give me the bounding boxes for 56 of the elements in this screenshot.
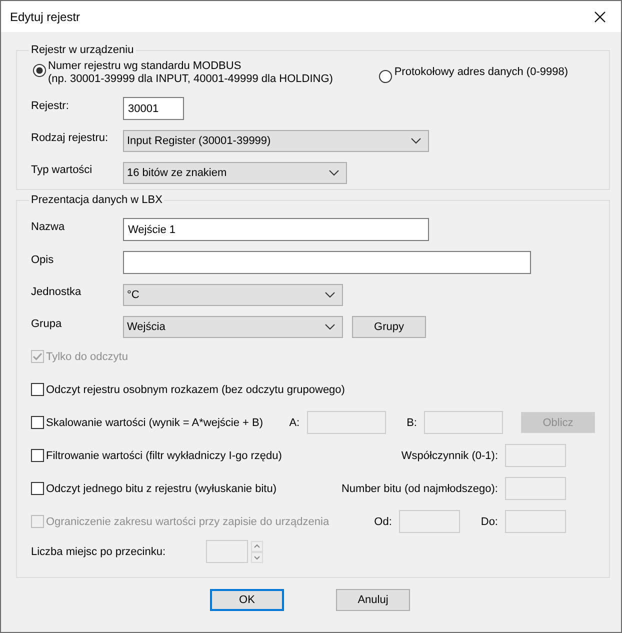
close-icon — [594, 10, 606, 22]
radio-button[interactable] — [33, 64, 46, 77]
dropdown[interactable]: Wejścia — [123, 316, 343, 338]
text-field[interactable] — [505, 477, 566, 500]
field-label: Od: — [374, 516, 392, 528]
radio-label: Numer rejestru wg standardu MODBUS — [48, 60, 242, 73]
chevron-down-icon — [411, 138, 421, 144]
checkbox[interactable] — [31, 416, 44, 429]
text-field[interactable] — [505, 510, 566, 533]
checkbox-label: Filtrowanie wartości (filtr wykładniczy I-go rzędu) — [46, 450, 282, 462]
field-label: Jednostka — [31, 286, 82, 298]
field-label: Nazwa — [31, 220, 66, 232]
checkbox-label: Ograniczenie zakresu wartości przy zapisie do urządzenia — [46, 516, 330, 528]
text-field[interactable] — [505, 444, 566, 467]
spin-down-icon — [251, 552, 263, 562]
checkbox[interactable] — [31, 449, 44, 462]
text-field[interactable] — [306, 411, 386, 434]
field-label: Typ wartości — [31, 164, 94, 176]
field-label: Współczynnik (0-1): — [401, 450, 498, 462]
checkbox[interactable] — [31, 482, 44, 495]
checkbox-label: Tylko do odczytu — [46, 350, 128, 362]
field-label: B: — [406, 416, 417, 428]
text-field[interactable] — [123, 251, 531, 274]
checkbox[interactable] — [31, 383, 44, 396]
dropdown[interactable]: 16 bitów ze znakiem — [123, 162, 347, 184]
dropdown[interactable]: Input Register (30001-39999) — [123, 130, 429, 152]
field-label: Number bitu (od najmłodszego): — [341, 482, 498, 494]
group-title: Rejestr w urządzeniu — [30, 44, 135, 56]
chevron-down-icon — [325, 324, 335, 330]
ok-button[interactable]: OK — [210, 589, 284, 611]
chevron-down-icon — [325, 292, 335, 298]
dropdown[interactable]: °C — [123, 284, 343, 306]
groups-button[interactable]: Grupy — [352, 316, 426, 338]
checkbox-label: Odczyt jednego bitu z rejestru (wyłuskanie bitu) — [46, 482, 276, 494]
radio-note: (np. 30001-39999 dla INPUT, 40001-49999 dla HOLDING) — [48, 73, 333, 86]
checkbox-label: Skalowanie wartości (wynik = A*wejście + B) — [46, 416, 264, 428]
spin-field[interactable] — [206, 540, 248, 563]
text-field[interactable]: 30001 — [123, 97, 184, 120]
text-field[interactable]: Wejście 1 — [123, 218, 429, 241]
group-title: Prezentacja danych w LBX — [30, 194, 164, 206]
spin-up-icon — [251, 540, 263, 552]
chevron-down-icon — [329, 170, 339, 176]
cancel-button[interactable]: Anuluj — [336, 589, 410, 611]
field-label: Do: — [480, 516, 498, 528]
radio-label: Protokołowy adres danych (0-9998) — [394, 66, 568, 79]
field-label: Grupa — [31, 318, 63, 330]
radio-button[interactable] — [379, 70, 392, 83]
field-label: Rejestr: — [31, 100, 70, 112]
field-label: Rodzaj rejestru: — [31, 132, 110, 144]
text-field[interactable] — [424, 411, 503, 434]
window-title: Edytuj rejestr — [10, 10, 80, 24]
field-label: A: — [289, 416, 300, 428]
checkbox-label: Odczyt rejestru osobnym rozkazem (bez odczytu grupowego) — [46, 384, 345, 396]
text-field[interactable] — [398, 510, 460, 533]
field-label: Liczba miejsc po przecinku: — [31, 546, 167, 558]
field-label: Opis — [31, 254, 55, 266]
